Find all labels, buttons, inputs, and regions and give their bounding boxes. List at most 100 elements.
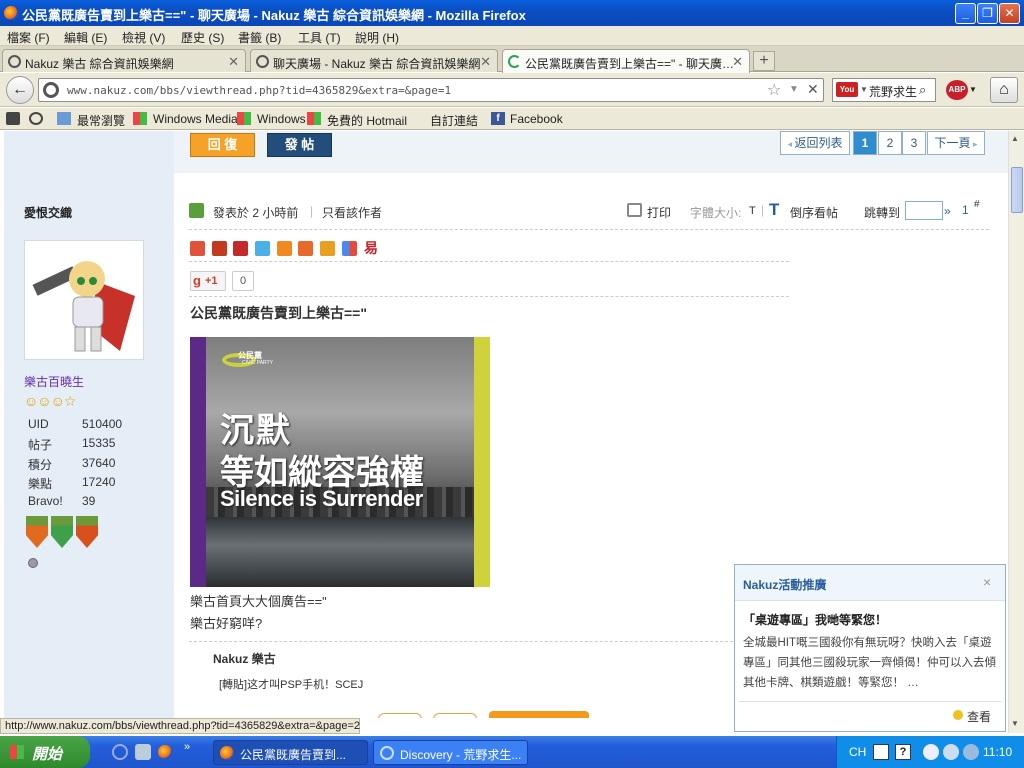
search-box[interactable]: You ▼ 荒野求生 ⌕	[832, 78, 936, 102]
page-3-link[interactable]: 3	[902, 131, 926, 155]
page-scrollbar[interactable]: ▲ ▼	[1008, 131, 1024, 733]
favorite-star-icon[interactable]: ★	[378, 713, 422, 718]
new-post-button[interactable]: 發 帖	[267, 133, 332, 157]
rating-button[interactable]: 0 0	[489, 711, 589, 718]
tab-close-icon[interactable]: ✕	[228, 54, 239, 70]
home-button[interactable]: ⌂	[990, 77, 1018, 103]
bookmark-windows-media[interactable]: Windows Media	[153, 112, 238, 126]
reverse-order-link[interactable]: 倒序看帖	[790, 204, 838, 221]
stat-credits-label: 樂點	[28, 477, 53, 491]
printer-icon[interactable]	[627, 203, 642, 217]
menu-tools[interactable]: 工具 (T)	[298, 29, 341, 46]
menu-history[interactable]: 歷史 (S)	[181, 29, 224, 46]
reply-button[interactable]: 回 復	[190, 133, 255, 157]
tab-current-thread[interactable]: 公民黨既廣告賣到上樂古==" - 聊天廣… ✕	[502, 49, 750, 73]
bookmark-hotmail[interactable]: 免費的 Hotmail	[327, 112, 407, 129]
menu-edit[interactable]: 編輯 (E)	[64, 29, 107, 46]
menu-bookmarks[interactable]: 書籤 (B)	[238, 29, 281, 46]
back-to-list-button[interactable]: ◂ 返回列表	[780, 131, 850, 155]
stat-points-value: 37640	[82, 456, 116, 470]
popup-close-icon[interactable]: ×	[983, 574, 991, 590]
share-icon[interactable]	[212, 241, 227, 256]
start-button[interactable]: 開始	[0, 736, 90, 768]
only-author-link[interactable]: 只看該作者	[322, 204, 382, 221]
close-window-icon[interactable]: ✕	[999, 3, 1020, 24]
username[interactable]: 愛恨交織	[24, 204, 72, 221]
post-image[interactable]: 公民黨 CIVIC PARTY 沉默 等如縱容強權 Silence is Sur…	[190, 337, 490, 587]
medal-icon[interactable]	[76, 516, 98, 548]
menu-file[interactable]: 檔案 (F)	[7, 29, 50, 46]
bookmark-most-visited[interactable]: 最常瀏覽	[77, 112, 125, 129]
search-input[interactable]: 荒野求生	[869, 83, 917, 100]
status-url: http://www.nakuz.com/bbs/viewthread.php?…	[5, 720, 360, 732]
share-down-icon[interactable]: ⌄	[433, 713, 477, 718]
window-title-bar[interactable]: 公民黨既廣告賣到上樂古==" - 聊天廣場 - Nakuz 樂古 綜合資訊娛樂網…	[0, 0, 1024, 26]
stop-icon[interactable]: ✕	[807, 81, 819, 98]
scroll-down-icon[interactable]: ▼	[1011, 719, 1019, 728]
tab-close-icon[interactable]: ✕	[480, 54, 491, 70]
share-icon[interactable]	[233, 241, 248, 256]
adblock-icon[interactable]: ABP	[946, 80, 968, 100]
youtube-icon[interactable]: You	[836, 82, 858, 97]
page-1-link[interactable]: 1	[853, 131, 877, 155]
network-icon[interactable]	[943, 744, 959, 760]
bookmark-windows[interactable]: Windows	[257, 112, 306, 126]
menu-view[interactable]: 檢視 (V)	[122, 29, 165, 46]
google-plus-one-button[interactable]: g +1	[190, 271, 226, 291]
dropdown-arrow-icon[interactable]: ▼	[789, 84, 799, 95]
help-icon[interactable]: ?	[895, 744, 911, 760]
page-2-link[interactable]: 2	[878, 131, 902, 155]
site-identity-icon[interactable]	[43, 82, 59, 98]
task-discovery[interactable]: Discovery - 荒野求生...	[373, 740, 528, 765]
menu-help[interactable]: 說明 (H)	[355, 29, 399, 46]
ime-icon[interactable]	[873, 744, 889, 760]
jump-go-button[interactable]: »	[944, 204, 951, 218]
tab-chat-plaza[interactable]: 聊天廣場 - Nakuz 樂古 綜合資訊娛樂網 ✕	[250, 49, 498, 72]
popup-heading[interactable]: 「桌遊專區」我哋等緊您！	[743, 611, 887, 628]
print-link[interactable]: 打印	[647, 204, 671, 221]
share-icon[interactable]	[320, 241, 335, 256]
bookmark-star-icon[interactable]: ☆	[767, 80, 781, 100]
dropdown-arrow-icon[interactable]: ▼	[969, 85, 977, 94]
bookmark-custom-links[interactable]: 自訂連結	[430, 112, 478, 129]
popup-view-link[interactable]: 查看	[967, 708, 991, 725]
url-bar[interactable]: www.nakuz.com/bbs/viewthread.php?tid=436…	[38, 78, 824, 102]
share-icon[interactable]	[190, 241, 205, 256]
share-icon[interactable]: 易	[364, 241, 379, 256]
firefox-icon[interactable]	[158, 745, 172, 759]
jump-floor-input[interactable]	[905, 201, 943, 220]
dropdown-arrow-icon[interactable]: ▼	[860, 85, 868, 94]
task-firefox-thread[interactable]: 公民黨既廣告賣到...	[213, 740, 368, 765]
history-icon[interactable]	[29, 112, 43, 125]
tray-arrow-icon[interactable]	[923, 744, 939, 760]
tab-nakuz-home[interactable]: Nakuz 樂古 綜合資訊娛樂網 ✕	[2, 49, 246, 72]
share-icon[interactable]	[277, 241, 292, 256]
search-icon[interactable]: ⌕	[919, 82, 926, 98]
medal-icon[interactable]	[51, 516, 73, 548]
signature-link[interactable]: [轉貼]这才叫PSP手机！SCEJ	[219, 676, 363, 692]
scroll-up-icon[interactable]: ▲	[1011, 134, 1019, 143]
bookmarks-menu-icon[interactable]	[6, 112, 20, 125]
share-icon[interactable]	[342, 241, 357, 256]
font-size-toggle[interactable]: T	[749, 205, 756, 217]
bookmark-facebook[interactable]: Facebook	[510, 112, 563, 126]
medal-icon[interactable]	[26, 516, 48, 548]
language-indicator[interactable]: CH	[849, 745, 866, 759]
folder-icon	[57, 112, 71, 125]
back-button[interactable]: ←	[6, 76, 34, 104]
minimize-icon[interactable]: _	[955, 3, 976, 24]
security-icon[interactable]	[963, 744, 979, 760]
scroll-thumb[interactable]	[1011, 167, 1023, 213]
ie-icon[interactable]	[112, 744, 128, 760]
share-icon[interactable]	[298, 241, 313, 256]
twitter-icon[interactable]	[255, 241, 270, 256]
online-status-icon	[28, 558, 38, 568]
floor-number[interactable]: 1	[962, 203, 969, 217]
user-avatar[interactable]	[24, 240, 144, 360]
next-page-button[interactable]: 下一頁 ▸	[927, 131, 985, 155]
tab-close-icon[interactable]: ✕	[732, 54, 743, 70]
quicklaunch-more-icon[interactable]: »	[184, 741, 190, 753]
media-player-icon[interactable]	[135, 744, 151, 760]
restore-icon[interactable]: ❐	[977, 3, 998, 24]
new-tab-button[interactable]: +	[753, 51, 775, 71]
